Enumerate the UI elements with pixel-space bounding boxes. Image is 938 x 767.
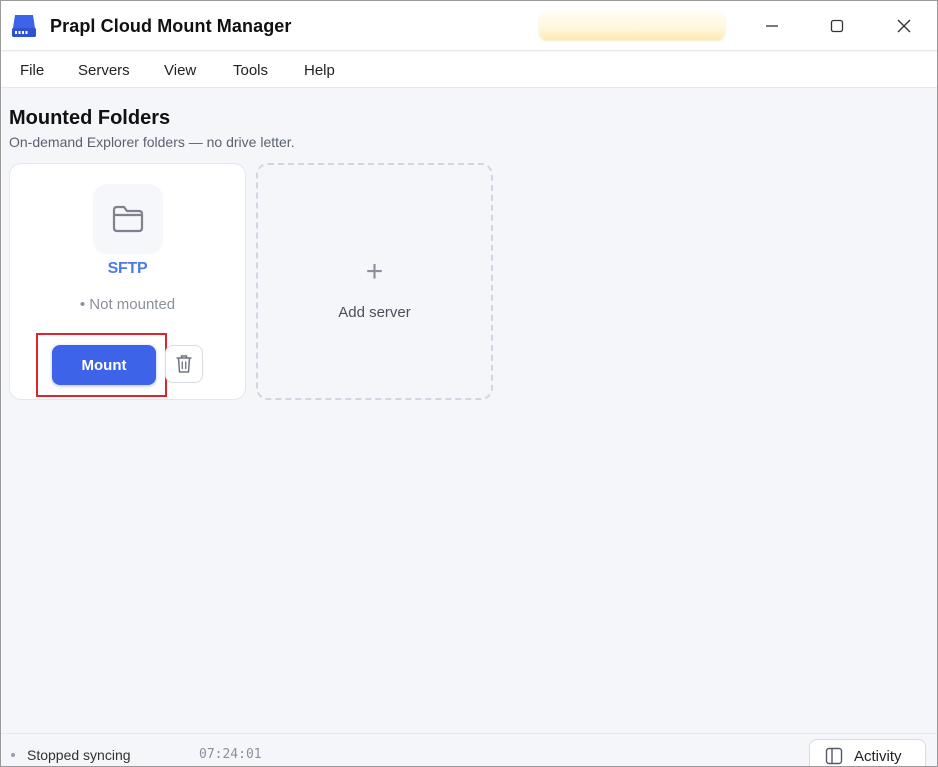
sync-status: Stopped syncing xyxy=(27,747,131,763)
status-dot xyxy=(11,753,15,757)
title-bar[interactable]: Prapl Cloud Mount Manager xyxy=(1,1,937,51)
menu-tools[interactable]: Tools xyxy=(233,62,268,79)
mount-button[interactable]: Mount xyxy=(52,345,156,385)
menu-bar: File Servers View Tools Help xyxy=(1,52,937,88)
add-server-card[interactable]: + Add server xyxy=(256,163,493,400)
delete-server-button[interactable] xyxy=(165,345,203,383)
minimize-icon xyxy=(766,25,778,27)
folder-tile xyxy=(93,184,163,254)
mount-status: • Not mounted xyxy=(79,296,176,313)
window-title: Prapl Cloud Mount Manager xyxy=(50,16,292,36)
menu-servers[interactable]: Servers xyxy=(78,62,130,79)
page-subtitle: On-demand Explorer folders — no drive le… xyxy=(9,134,295,150)
menu-view[interactable]: View xyxy=(164,62,196,79)
server-name: SFTP xyxy=(107,260,148,277)
maximize-button[interactable] xyxy=(815,11,859,41)
app-window: Prapl Cloud Mount Manager File Servers V… xyxy=(0,0,938,767)
sidebar-panel-icon xyxy=(825,747,843,765)
close-icon xyxy=(897,19,911,33)
server-card-sftp: SFTP • Not mounted Mount xyxy=(9,163,246,400)
minimize-button[interactable] xyxy=(750,11,794,41)
activity-label: Activity xyxy=(854,747,902,765)
page-title: Mounted Folders xyxy=(9,107,171,129)
activity-button[interactable]: Activity xyxy=(809,739,926,766)
plus-icon: + xyxy=(365,255,384,288)
drive-app-icon xyxy=(12,15,36,37)
title-banner xyxy=(539,11,725,40)
trash-icon xyxy=(176,355,192,373)
menu-file[interactable]: File xyxy=(20,62,44,79)
add-server-label: Add server xyxy=(338,304,411,321)
maximize-icon xyxy=(830,19,844,33)
folder-icon xyxy=(112,205,144,233)
status-bar: Stopped syncing 07:24:01 Activity xyxy=(1,733,937,766)
menu-help[interactable]: Help xyxy=(304,62,335,79)
sync-time: 07:24:01 xyxy=(199,747,262,762)
close-button[interactable] xyxy=(882,11,926,41)
